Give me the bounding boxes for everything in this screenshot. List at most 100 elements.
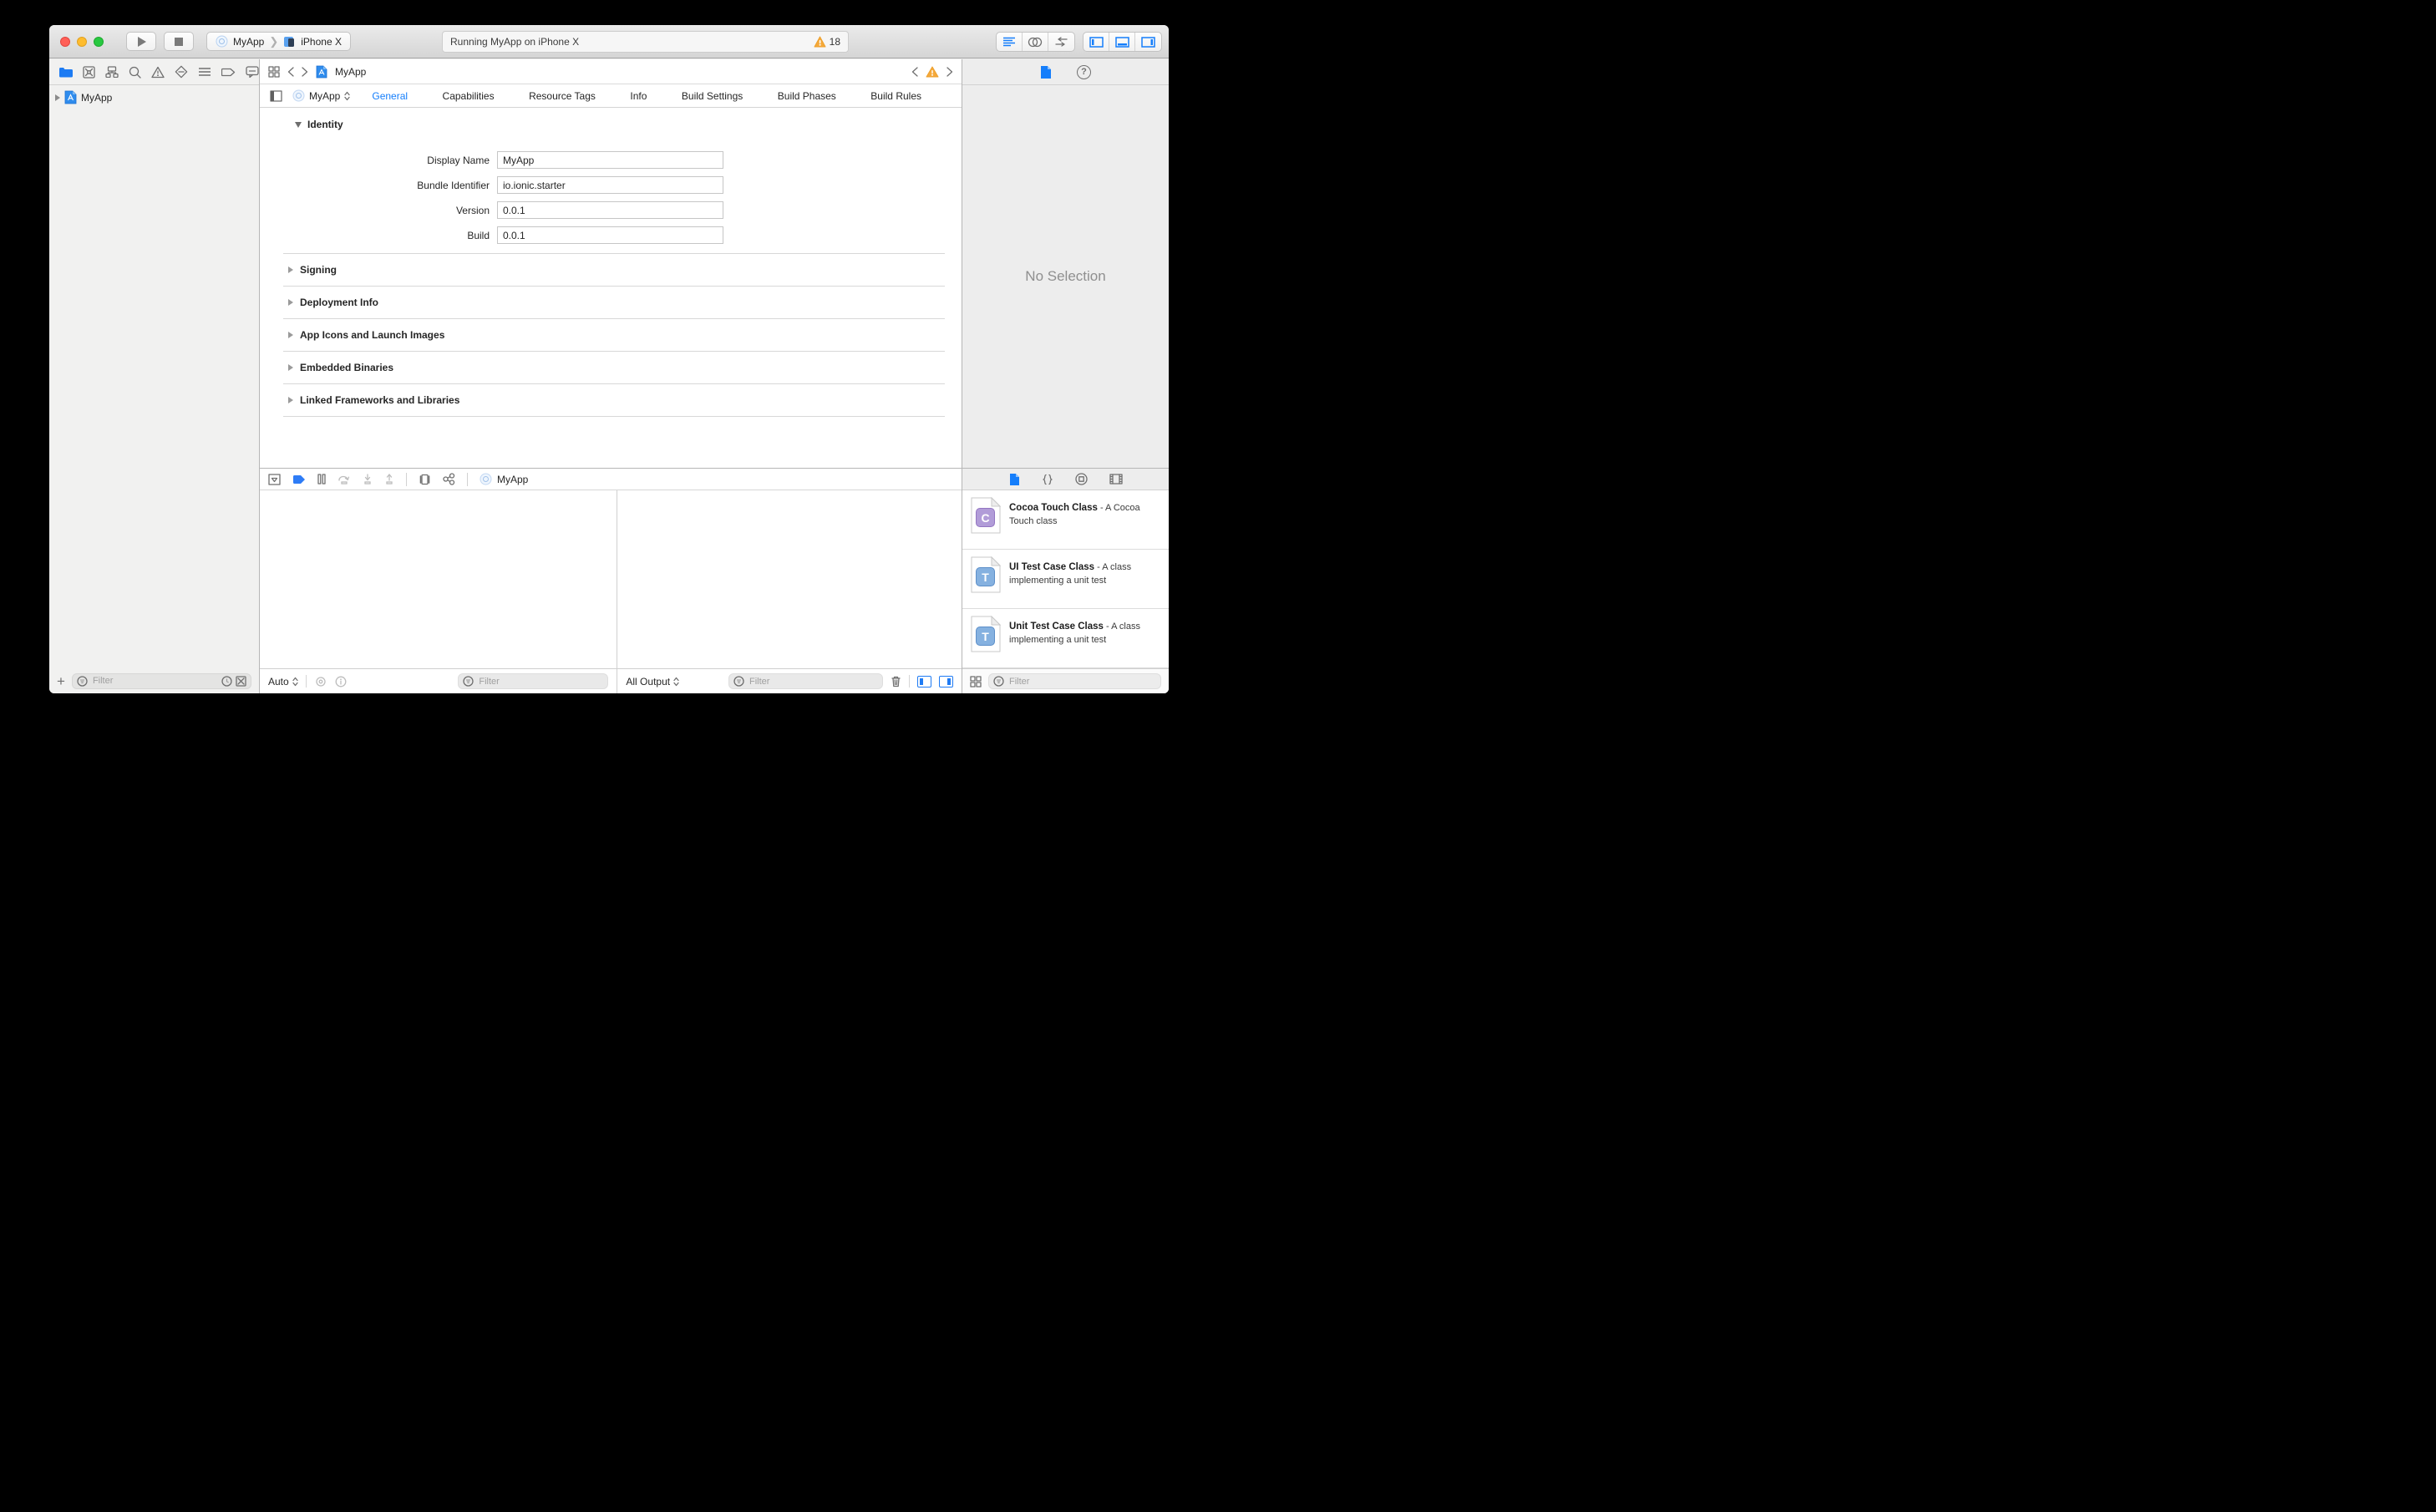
disclosure-closed-icon[interactable] [288,397,293,403]
variables-filter-input[interactable] [477,675,604,688]
warning-counter[interactable]: 18 [814,36,840,48]
hide-debug-area-icon[interactable] [268,473,281,485]
report-navigator-icon[interactable] [246,66,259,78]
breakpoint-navigator-icon[interactable] [221,68,236,77]
variables-view[interactable] [260,490,618,668]
version-editor-button[interactable] [1048,33,1074,51]
version-field[interactable] [497,201,723,219]
build-field[interactable] [497,226,723,244]
memory-graph-icon[interactable] [443,473,455,485]
tab-info[interactable]: Info [630,90,647,102]
scheme-selector[interactable]: MyApp ❯ iPhone X [206,32,351,51]
navigator-toggle-button[interactable] [1084,33,1109,51]
tab-general[interactable]: General [372,90,408,102]
disclosure-closed-icon[interactable] [288,332,293,338]
show-variables-view-button[interactable] [917,675,931,688]
go-forward-icon[interactable] [302,66,308,77]
app-icons-section-header[interactable]: App Icons and Launch Images [283,318,945,351]
step-into-icon[interactable] [363,474,373,485]
signing-section-header[interactable]: Signing [283,253,945,286]
debug-bar-separator [467,472,468,486]
deployment-info-section-title: Deployment Info [300,297,379,308]
debug-process-selector[interactable]: MyApp [480,473,528,485]
issue-navigator-icon[interactable] [151,66,165,79]
disclosure-triangle-icon[interactable] [55,94,60,101]
utilities-toggle-button[interactable] [1135,33,1161,51]
related-items-icon[interactable] [268,65,280,78]
go-back-icon[interactable] [287,66,294,77]
pause-execution-icon[interactable] [317,474,326,485]
disclosure-closed-icon[interactable] [288,299,293,306]
debug-navigator-icon[interactable] [198,67,211,77]
symbol-navigator-icon[interactable] [105,66,119,78]
close-window-button[interactable] [60,36,70,47]
tab-capabilities[interactable]: Capabilities [443,90,495,102]
jump-bar-file-label[interactable]: MyApp [335,66,366,78]
object-library-icon[interactable] [1074,473,1088,485]
stop-button[interactable] [164,32,194,51]
tab-build-phases[interactable]: Build Phases [778,90,836,102]
search-navigator-icon[interactable] [129,66,141,79]
next-issue-icon[interactable] [946,66,953,77]
warning-count: 18 [829,36,840,48]
step-over-icon[interactable] [337,474,351,485]
library-filter-field[interactable] [988,673,1161,689]
navigator-filter-input[interactable] [90,675,218,687]
library-filter-input[interactable] [1007,675,1156,688]
disclosure-open-icon[interactable] [295,121,302,128]
stepper-arrows-icon [292,677,298,687]
variables-filter-field[interactable] [458,673,609,689]
target-selector[interactable]: MyApp [292,89,351,102]
source-control-status-icon[interactable] [236,675,246,687]
bundle-identifier-field[interactable] [497,176,723,194]
project-navigator-icon[interactable] [58,66,73,78]
file-inspector-icon[interactable] [1040,65,1052,79]
tab-build-settings[interactable]: Build Settings [682,90,743,102]
file-template-library-icon[interactable] [1009,473,1020,486]
targets-sidebar-toggle-icon[interactable] [270,89,282,102]
console-scope-selector[interactable]: All Output [626,676,679,688]
tab-resource-tags[interactable]: Resource Tags [529,90,596,102]
navigator-filter-field[interactable] [71,672,251,689]
assistant-editor-button[interactable] [1023,33,1048,51]
test-navigator-icon[interactable] [175,65,188,79]
project-row-myapp[interactable]: MyApp [49,85,259,108]
linked-frameworks-section-header[interactable]: Linked Frameworks and Libraries [283,383,945,416]
quick-help-inspector-icon[interactable]: ? [1077,64,1091,79]
tab-build-rules[interactable]: Build Rules [870,90,921,102]
standard-editor-button[interactable] [997,33,1023,51]
display-name-field[interactable] [497,151,723,169]
source-control-navigator-icon[interactable] [83,65,95,79]
activity-viewer[interactable]: Running MyApp on iPhone X 18 [442,31,849,53]
navigator-panel-icon [1089,36,1104,48]
print-description-icon[interactable] [335,676,347,688]
disclosure-closed-icon[interactable] [288,266,293,273]
template-cocoa-touch-class[interactable]: C Cocoa Touch Class - A Cocoa Touch clas… [962,490,1169,550]
console-filter-field[interactable] [728,673,883,689]
grid-view-icon[interactable] [970,675,982,688]
template-unit-test-case-class[interactable]: T Unit Test Case Class - A class impleme… [962,609,1169,668]
console-filter-input[interactable] [748,675,878,688]
embedded-binaries-section-header[interactable]: Embedded Binaries [283,351,945,383]
identity-section-header[interactable]: Identity [295,119,343,130]
deployment-info-section-header[interactable]: Deployment Info [283,286,945,318]
step-out-icon[interactable] [384,474,394,485]
recent-files-clock-icon[interactable] [221,675,232,687]
media-library-icon[interactable] [1109,474,1123,485]
minimize-window-button[interactable] [77,36,87,47]
breakpoints-toggle-icon[interactable] [292,474,306,485]
quicklook-eye-icon[interactable] [314,676,327,687]
view-hierarchy-icon[interactable] [419,474,431,485]
disclosure-closed-icon[interactable] [288,364,293,371]
add-button[interactable]: + [57,674,65,688]
clear-console-trash-icon[interactable] [891,675,901,688]
previous-issue-icon[interactable] [911,66,918,77]
console-view[interactable] [617,490,962,668]
variables-scope-selector[interactable]: Auto [268,676,298,688]
show-console-view-button[interactable] [939,675,953,688]
run-button[interactable] [126,32,156,51]
zoom-window-button[interactable] [94,36,104,47]
debug-area-toggle-button[interactable] [1109,33,1135,51]
template-ui-test-case-class[interactable]: T UI Test Case Class - A class implement… [962,550,1169,609]
code-snippet-library-icon[interactable] [1042,474,1053,485]
